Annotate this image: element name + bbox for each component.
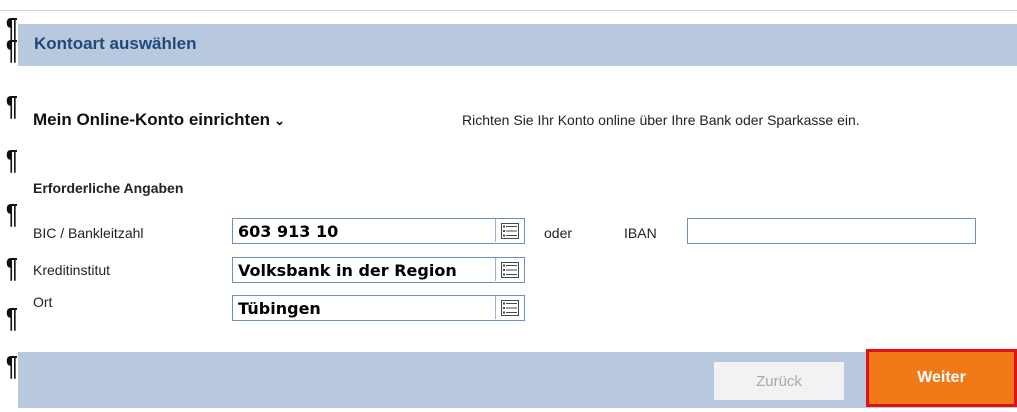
institute-value: Volksbank in der Region <box>238 261 457 280</box>
pilcrow-mark: ¶ <box>6 350 18 381</box>
section-title-label: Mein Online-Konto einrichten <box>33 110 271 129</box>
list-icon[interactable] <box>495 219 524 242</box>
page-title: Kontoart auswählen <box>34 34 197 53</box>
bic-field[interactable]: 603 913 10 <box>232 218 525 244</box>
bic-value: 603 913 10 <box>238 222 339 241</box>
city-label: Ort <box>33 294 53 310</box>
list-icon[interactable] <box>495 296 524 319</box>
chevron-down-icon: ⌄ <box>274 113 285 128</box>
institute-label: Kreditinstitut <box>33 262 111 278</box>
pilcrow-mark: ¶ <box>6 198 18 229</box>
pilcrow-mark: ¶ <box>6 144 18 175</box>
iban-input[interactable] <box>687 218 976 244</box>
pilcrow-mark: ¶ <box>6 90 18 121</box>
pilcrow-mark: ¶ <box>6 34 18 65</box>
iban-label: IBAN <box>624 225 657 241</box>
bic-label: BIC / Bankleitzahl <box>33 225 144 241</box>
city-value: Tübingen <box>238 299 321 318</box>
section-description: Richten Sie Ihr Konto online über Ihre B… <box>462 112 860 128</box>
pilcrow-mark: ¶ <box>6 252 18 283</box>
back-button[interactable]: Zurück <box>714 362 844 400</box>
next-button[interactable]: Weiter <box>866 349 1017 407</box>
or-label: oder <box>544 225 573 241</box>
pilcrow-mark: ¶ <box>6 302 18 333</box>
section-title-dropdown[interactable]: Mein Online-Konto einrichten ⌄ <box>33 110 285 130</box>
city-field[interactable]: Tübingen <box>232 295 525 321</box>
institute-field[interactable]: Volksbank in der Region <box>232 257 525 283</box>
list-icon[interactable] <box>495 258 524 281</box>
required-fields-heading: Erforderliche Angaben <box>33 180 184 196</box>
top-divider <box>0 10 1017 11</box>
